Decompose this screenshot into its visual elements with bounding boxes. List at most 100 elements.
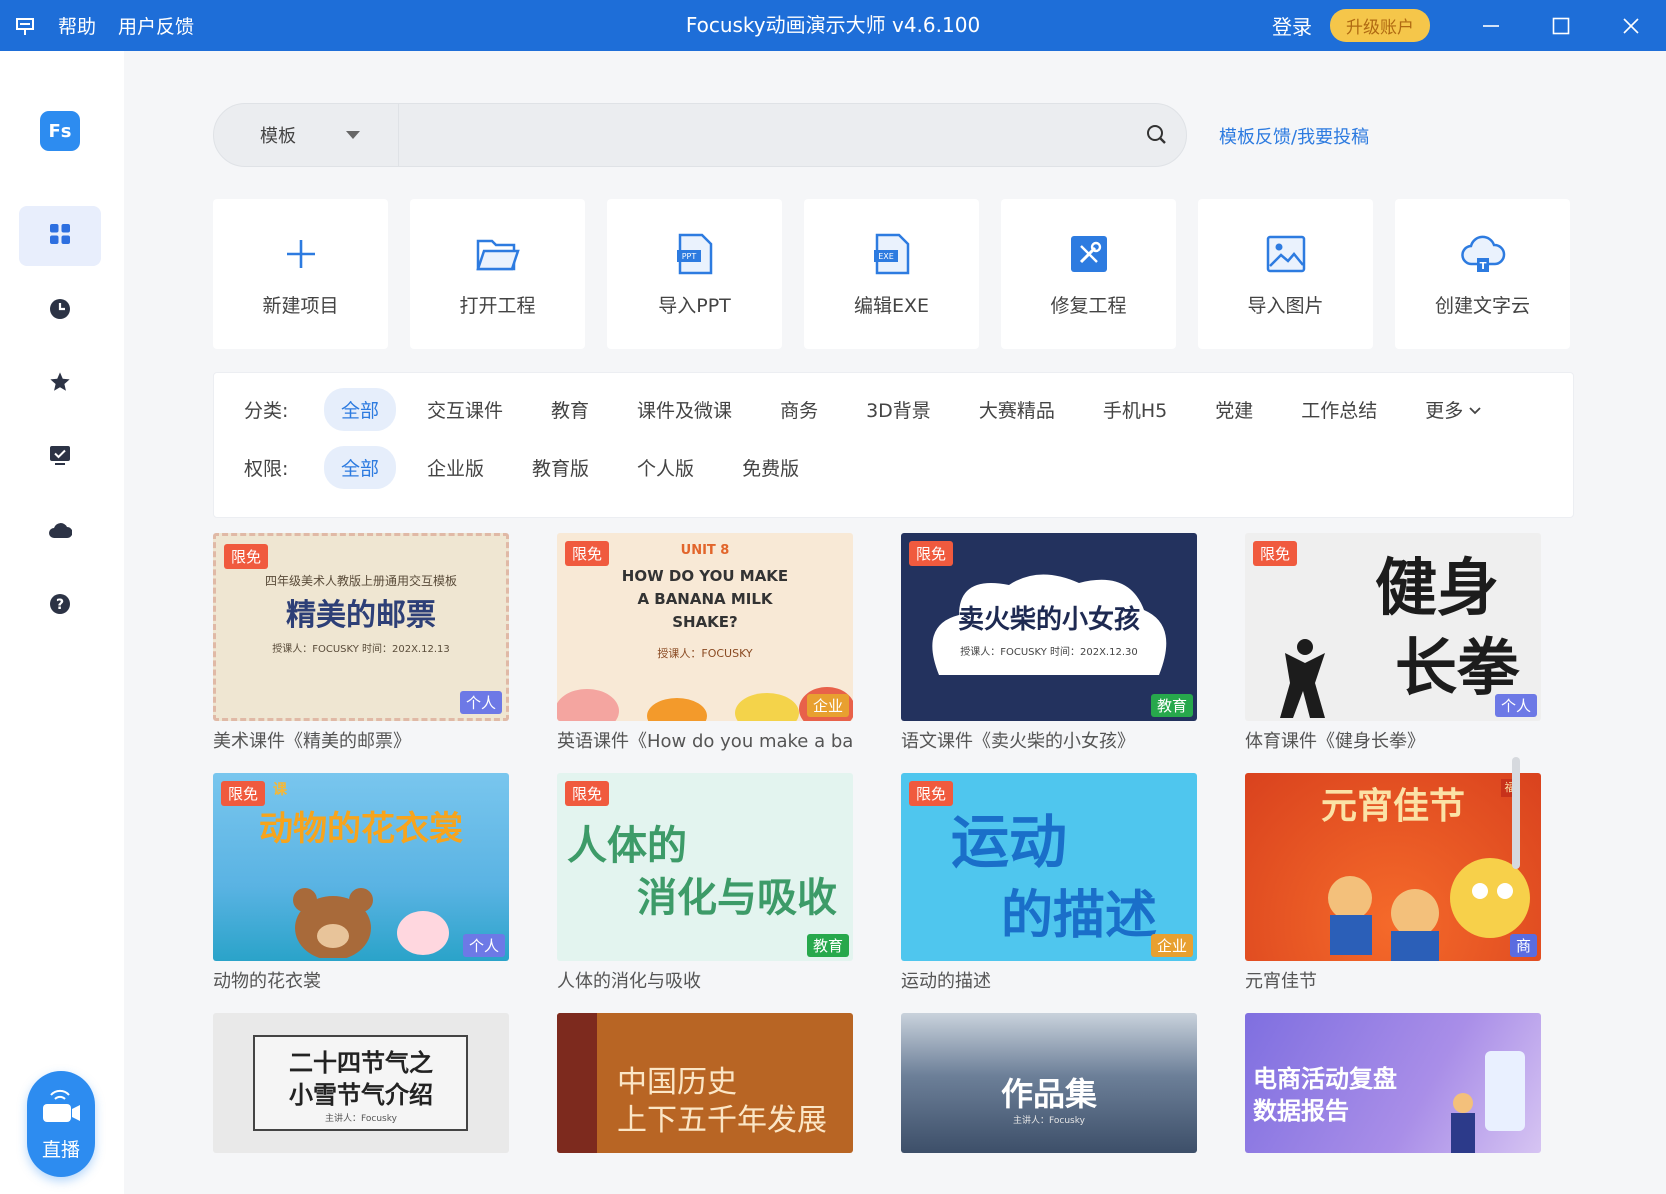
category-chip-party[interactable]: 党建 — [1198, 388, 1270, 431]
template-title: 运动的描述 — [901, 971, 991, 992]
category-chip-courseware[interactable]: 课件及微课 — [620, 388, 749, 431]
search-type-dropdown[interactable]: 模板 — [214, 104, 399, 166]
template-card[interactable]: 卖火柴的小女孩 授课人：FOCUSKY 时间：202X.12.30 限免 教育 … — [901, 533, 1197, 753]
type-badge: 个人 — [462, 934, 505, 957]
menu-help[interactable]: 帮助 — [58, 12, 96, 39]
import-image-button[interactable]: 导入图片 — [1198, 199, 1373, 349]
sidebar: Fs ? 直播 — [0, 51, 124, 1194]
thumb-title: 消化与吸收 — [637, 875, 837, 921]
permission-filter-row: 权限: 全部 企业版 教育版 个人版 免费版 — [244, 445, 830, 489]
login-link[interactable]: 登录 — [1272, 11, 1312, 40]
type-badge: 企业 — [806, 694, 849, 717]
thumb-subtitle: 四年级美术人教版上册通用交互模板 — [264, 574, 457, 588]
sidebar-item-favorites[interactable] — [19, 354, 101, 414]
menu-user-feedback[interactable]: 用户反馈 — [118, 12, 194, 39]
template-feedback-link[interactable]: 模板反馈/我要投稿 — [1219, 123, 1369, 149]
import-ppt-button[interactable]: PPT 导入PPT — [607, 199, 782, 349]
folder-open-icon — [475, 231, 521, 277]
star-icon — [49, 371, 71, 397]
title-bar: 帮助 用户反馈 Focusky动画演示大师 v4.6.100 登录 升级账户 — [0, 0, 1666, 51]
template-thumbnail: 四年级美术人教版上册通用交互模板 精美的邮票 授课人：FOCUSKY 时间：20… — [213, 533, 509, 721]
thumb-title: 人体的 — [567, 823, 687, 869]
permission-chip-personal[interactable]: 个人版 — [620, 446, 711, 489]
template-card[interactable]: 元宵佳节 福 商 元宵佳节 — [1245, 773, 1541, 993]
help-icon: ? — [49, 593, 71, 619]
open-project-button[interactable]: 打开工程 — [410, 199, 585, 349]
permission-chip-free[interactable]: 免费版 — [725, 446, 816, 489]
thumb-title: 健身 — [1375, 551, 1500, 624]
template-card[interactable]: 课 动物的花衣裳 限免 个人 动物的花衣裳 — [213, 773, 509, 993]
minimize-icon[interactable] — [1456, 0, 1526, 51]
repair-tools-icon — [1066, 231, 1112, 277]
main-content: 模板 模板反馈/我要投稿 新建项目 打开工程 PPT 导入PPT EXE 编辑E… — [124, 51, 1666, 1194]
template-card[interactable]: 中国历史 上下五千年发展 — [557, 1013, 853, 1153]
category-chip-business[interactable]: 商务 — [763, 388, 835, 431]
repair-project-button[interactable]: 修复工程 — [1001, 199, 1176, 349]
permission-chip-education[interactable]: 教育版 — [515, 446, 606, 489]
category-chip-mobile-h5[interactable]: 手机H5 — [1086, 388, 1184, 431]
close-icon[interactable] — [1596, 0, 1666, 51]
sidebar-item-recent[interactable] — [19, 281, 101, 341]
category-more-button[interactable]: 更多 — [1408, 388, 1498, 431]
live-stream-button[interactable]: 直播 — [27, 1071, 95, 1177]
template-card[interactable]: 四年级美术人教版上册通用交互模板 精美的邮票 授课人：FOCUSKY 时间：20… — [213, 533, 509, 753]
sidebar-item-published[interactable] — [19, 427, 101, 487]
free-badge: 限免 — [909, 781, 954, 806]
template-title: 语文课件《卖火柴的小女孩》 — [901, 731, 1135, 752]
exe-file-icon: EXE — [869, 231, 915, 277]
sidebar-item-cloud[interactable] — [19, 502, 101, 562]
search-icon[interactable] — [1144, 122, 1170, 148]
scrollbar-thumb[interactable] — [1512, 757, 1520, 869]
sidebar-item-help[interactable]: ? — [19, 576, 101, 636]
template-card[interactable]: 电商活动复盘 数据报告 — [1245, 1013, 1541, 1153]
thumb-line: HOW DO YOU MAKE — [621, 567, 789, 585]
thumb-title: 小雪节气介绍 — [289, 1081, 433, 1109]
free-badge: 限免 — [909, 541, 954, 566]
template-thumbnail: 二十四节气之 小雪节气介绍 主讲人：Focusky — [213, 1013, 509, 1153]
category-chip-interactive[interactable]: 交互课件 — [410, 388, 520, 431]
template-card[interactable]: 二十四节气之 小雪节气介绍 主讲人：Focusky — [213, 1013, 509, 1153]
template-thumbnail: 卖火柴的小女孩 授课人：FOCUSKY 时间：202X.12.30 限免 教育 — [901, 533, 1197, 721]
template-card[interactable]: UNIT 8 HOW DO YOU MAKE A BANANA MILK SHA… — [557, 533, 853, 753]
free-badge: 限免 — [565, 781, 610, 806]
ppt-file-icon: PPT — [672, 231, 718, 277]
sidebar-item-templates[interactable] — [19, 206, 101, 266]
type-badge: 个人 — [459, 691, 502, 714]
category-chip-all[interactable]: 全部 — [324, 387, 397, 431]
search-input[interactable] — [404, 104, 1104, 166]
upgrade-account-button[interactable]: 升级账户 — [1330, 9, 1430, 42]
template-title: 元宵佳节 — [1245, 971, 1317, 992]
category-label: 分类: — [244, 399, 289, 422]
template-card[interactable]: 作品集 主讲人：Focusky — [901, 1013, 1197, 1153]
new-project-button[interactable]: 新建项目 — [213, 199, 388, 349]
edit-exe-button[interactable]: EXE 编辑EXE — [804, 199, 979, 349]
permission-chip-all[interactable]: 全部 — [324, 445, 397, 489]
template-card[interactable]: 健身 长拳 限免 个人 体育课件《健身长拳》 — [1245, 533, 1541, 753]
svg-text:EXE: EXE — [878, 252, 894, 261]
template-card[interactable]: 人体的 消化与吸收 限免 教育 人体的消化与吸收 — [557, 773, 853, 993]
thumb-line: SHAKE? — [672, 613, 738, 631]
thumb-title: 二十四节气之 — [289, 1049, 433, 1077]
template-title: 体育课件《健身长拳》 — [1245, 731, 1425, 752]
category-chip-work-summary[interactable]: 工作总结 — [1284, 388, 1394, 431]
thumb-tag: 课 — [273, 782, 287, 798]
permission-label: 权限: — [244, 457, 289, 480]
template-title: 英语课件《How do you make a banana milk shake… — [557, 731, 853, 752]
app-menu-icon[interactable] — [14, 15, 36, 37]
create-text-cloud-button[interactable]: T 创建文字云 — [1395, 199, 1570, 349]
permission-chip-enterprise[interactable]: 企业版 — [410, 446, 501, 489]
search-type-label: 模板 — [260, 126, 296, 147]
import-ppt-label: 导入PPT — [658, 294, 731, 317]
template-thumbnail: 健身 长拳 限免 个人 — [1245, 533, 1541, 721]
maximize-icon[interactable] — [1526, 0, 1596, 51]
live-camera-icon — [39, 1087, 83, 1129]
thumb-pillar — [557, 1013, 597, 1153]
template-thumbnail: 作品集 主讲人：Focusky — [901, 1013, 1197, 1153]
category-chip-education[interactable]: 教育 — [534, 388, 606, 431]
category-chip-3d[interactable]: 3D背景 — [849, 388, 948, 431]
thumb-title: 动物的花衣裳 — [259, 809, 463, 849]
category-chip-contest[interactable]: 大赛精品 — [962, 388, 1072, 431]
template-card[interactable]: 运动 的描述 限免 企业 运动的描述 — [901, 773, 1197, 993]
type-badge: 个人 — [1494, 694, 1537, 717]
type-badge: 教育 — [806, 934, 849, 957]
